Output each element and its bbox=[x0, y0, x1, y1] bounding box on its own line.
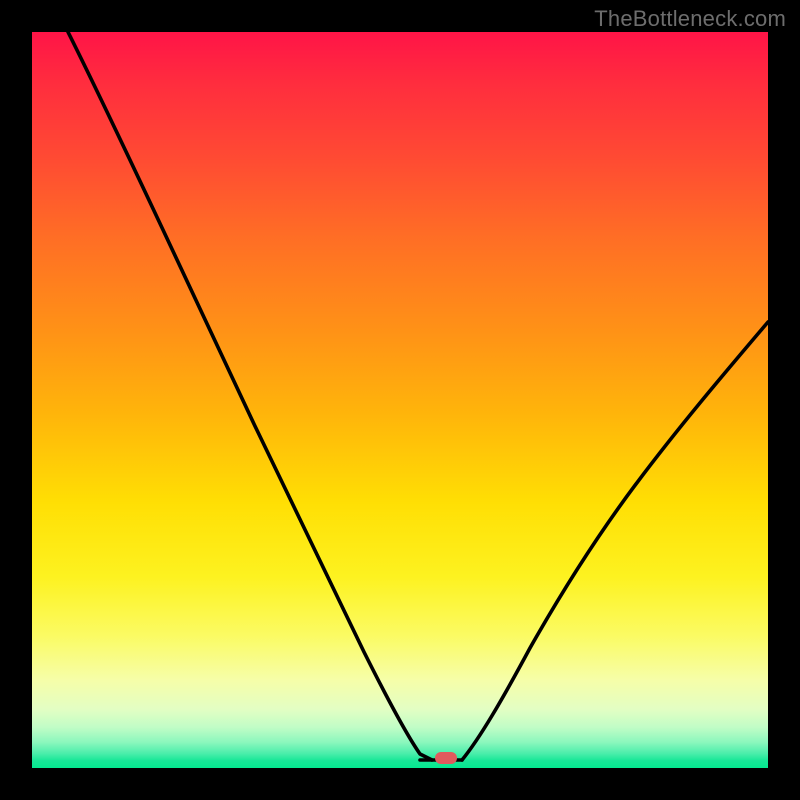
bottleneck-curve bbox=[32, 32, 768, 768]
optimum-marker bbox=[435, 752, 457, 764]
chart-frame: TheBottleneck.com bbox=[0, 0, 800, 800]
plot-area bbox=[32, 32, 768, 768]
watermark-text: TheBottleneck.com bbox=[594, 6, 786, 32]
